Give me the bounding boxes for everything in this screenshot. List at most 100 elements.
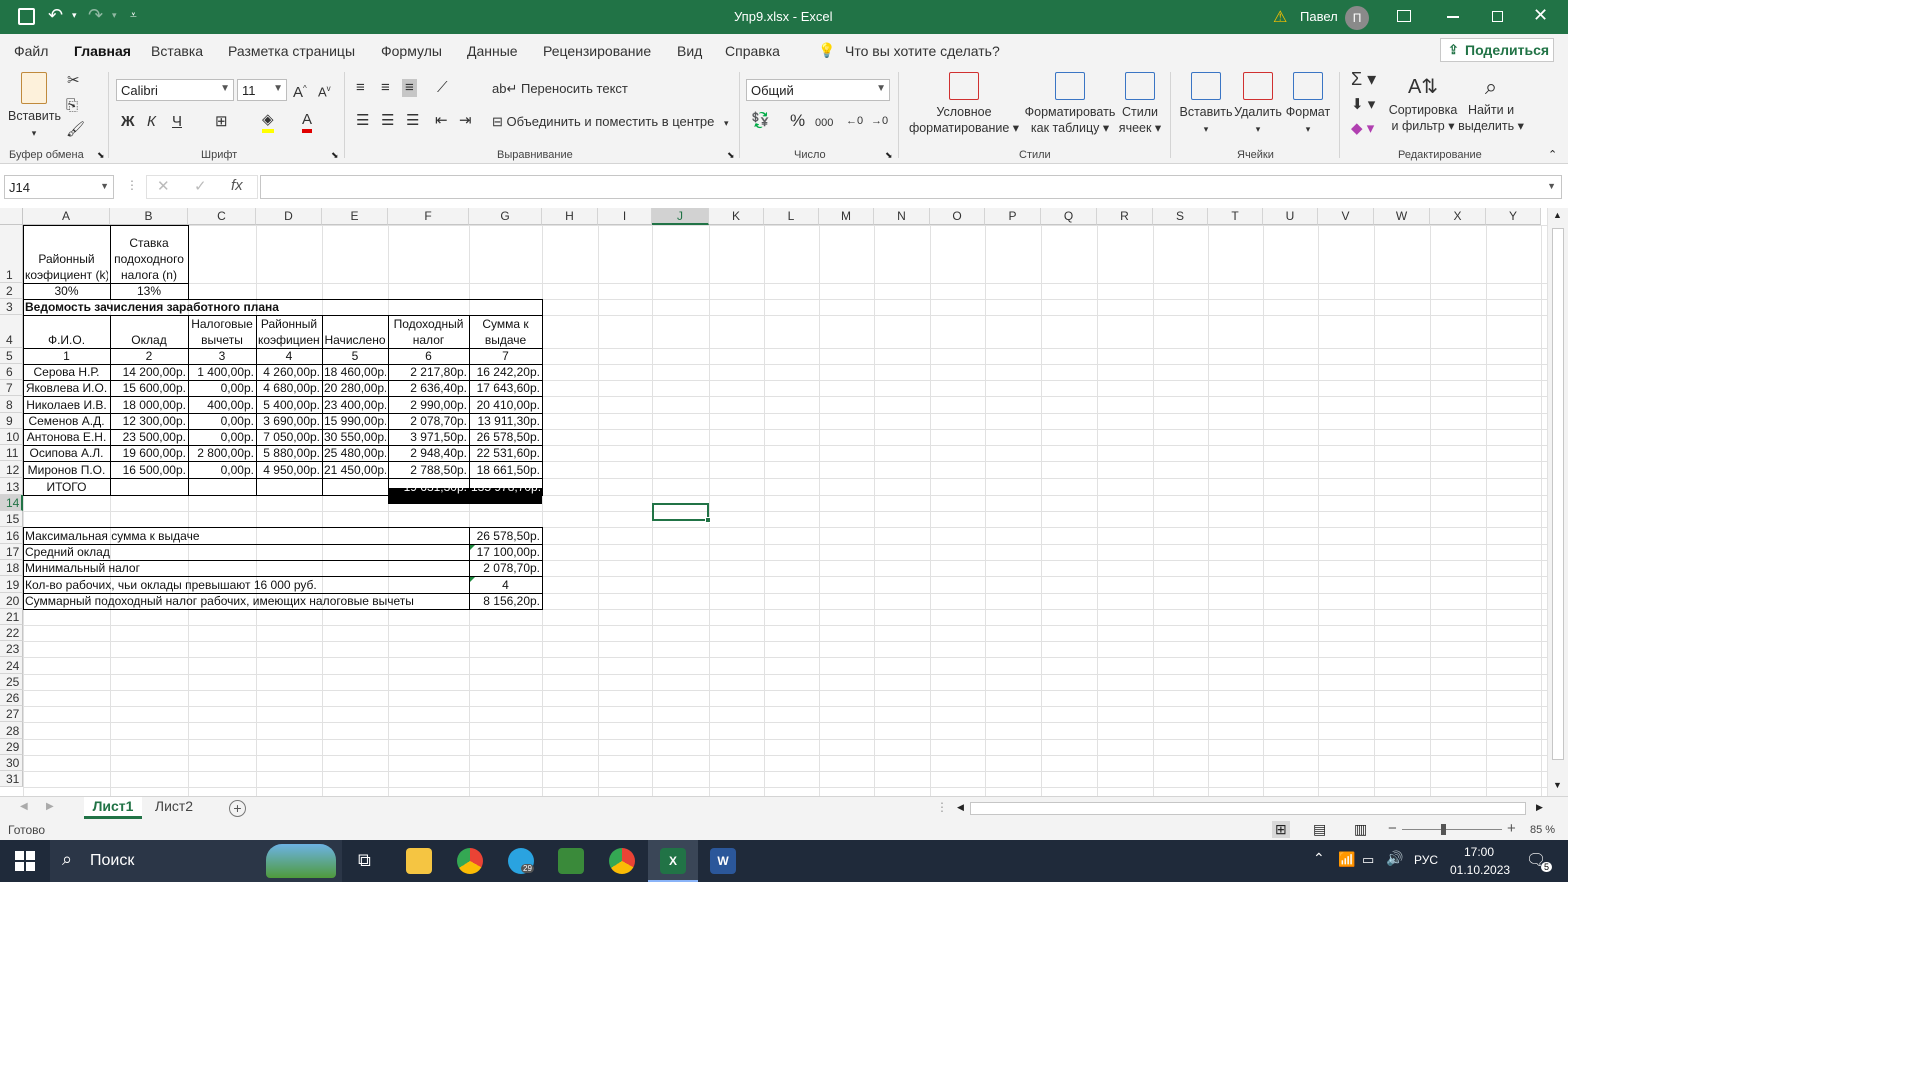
scroll-up-icon[interactable]: ▲ [1553,210,1562,220]
increase-indent-icon[interactable]: ⇥ [459,112,472,130]
find-select-button[interactable]: ⌕ Найти и выделить ▾ [1458,72,1524,134]
row-header-23[interactable]: 23 [0,641,23,657]
cut-icon[interactable]: ✂ [67,72,80,90]
column-header-X[interactable]: X [1430,208,1486,225]
undo-dropdown-icon[interactable]: ▾ [72,10,77,21]
horizontal-scroll-thumb[interactable] [970,802,1526,815]
row-header-16[interactable]: 16 [0,527,23,544]
tab-data[interactable]: Данные [467,43,518,59]
copy-icon[interactable]: ⎘ [66,97,78,115]
undo-icon[interactable]: ↶ [48,5,63,26]
clear-icon[interactable]: ◆ ▾ [1351,120,1374,138]
row-header-28[interactable]: 28 [0,722,23,739]
wrap-text-button[interactable]: ab↵ Переносить текст [492,81,628,97]
row-header-7[interactable]: 7 [0,380,23,396]
row-header-27[interactable]: 27 [0,706,23,722]
sort-filter-button[interactable]: A⇅ Сортировка и фильтр ▾ [1386,72,1460,134]
enter-icon[interactable]: ✓ [194,177,207,195]
fill-icon[interactable]: ⬇ ▾ [1351,96,1375,114]
language-indicator[interactable]: РУС [1414,853,1438,867]
decrease-decimal-icon[interactable]: →0 [871,112,888,130]
row-header-8[interactable]: 8 [0,396,23,413]
normal-view-icon[interactable]: ⊞ [1272,821,1290,838]
increase-font-icon[interactable]: A^ [293,80,307,102]
redo-icon[interactable]: ↷ [88,5,103,26]
row-header-1[interactable]: 1 [0,225,23,283]
row-header-21[interactable]: 21 [0,609,23,625]
battery-icon[interactable]: ▭ [1362,852,1374,868]
column-header-U[interactable]: U [1263,208,1318,225]
insert-cells-button[interactable]: Вставить ▾ [1178,72,1234,137]
tab-view[interactable]: Вид [677,43,702,59]
decrease-indent-icon[interactable]: ⇤ [435,112,448,130]
clock-time[interactable]: 17:00 [1464,845,1494,859]
row-header-18[interactable]: 18 [0,560,23,576]
row-header-11[interactable]: 11 [0,445,23,461]
volume-icon[interactable]: 🔊 [1386,850,1403,867]
align-bottom-icon[interactable]: ≡ [402,79,417,97]
fill-handle[interactable] [705,517,711,523]
column-header-A[interactable]: A [23,208,110,225]
show-hidden-icons[interactable]: ⌃ [1313,850,1325,867]
column-header-C[interactable]: C [188,208,256,225]
customize-qat-icon[interactable]: ⩡ [130,8,137,23]
row-header-20[interactable]: 20 [0,593,23,609]
column-header-B[interactable]: B [110,208,188,225]
column-header-W[interactable]: W [1374,208,1430,225]
taskbar-search[interactable]: ⌕ Поиск [50,840,342,882]
row-header-15[interactable]: 15 [0,511,23,527]
tab-review[interactable]: Рецензирование [543,43,651,59]
align-middle-icon[interactable]: ≡ [381,79,390,97]
tell-me-search[interactable]: Что вы хотите сделать? [845,43,1000,59]
file-explorer-icon[interactable] [406,848,432,874]
comma-style-icon[interactable]: 000 [815,114,833,132]
row-header-31[interactable]: 31 [0,771,23,787]
zoom-slider[interactable] [1402,829,1502,830]
column-header-O[interactable]: O [930,208,985,225]
column-header-F[interactable]: F [388,208,469,225]
number-format-select[interactable]: Общий ▼ [746,79,890,101]
column-header-Q[interactable]: Q [1041,208,1097,225]
name-box[interactable]: J14 ▼ [4,175,114,199]
align-top-icon[interactable]: ≡ [356,79,365,97]
column-header-M[interactable]: M [819,208,874,225]
column-header-Y[interactable]: Y [1486,208,1541,225]
tab-page-layout[interactable]: Разметка страницы [228,43,355,59]
row-header-2[interactable]: 2 [0,283,23,299]
sheet-tab-1[interactable]: Лист1 [84,797,142,819]
row-header-3[interactable]: 3 [0,299,23,315]
orientation-icon[interactable]: ⟋ [437,79,448,97]
percent-style-icon[interactable]: % [790,112,805,130]
italic-icon[interactable]: К [147,113,156,131]
borders-icon[interactable]: ⊞ [215,113,228,131]
zoom-out-icon[interactable]: − [1388,820,1397,837]
underline-icon[interactable]: Ч [172,113,182,131]
avatar[interactable]: П [1345,6,1369,30]
row-header-24[interactable]: 24 [0,657,23,674]
cell-styles-button[interactable]: Стили ячеек ▾ [1114,72,1166,136]
zoom-slider-thumb[interactable] [1441,824,1446,835]
chrome-second-icon[interactable] [609,848,635,874]
close-icon[interactable]: ✕ [1533,5,1548,26]
align-center-icon[interactable]: ☰ [381,112,394,130]
split-handle-icon[interactable]: ⋮ [936,800,948,814]
tab-formulas[interactable]: Формулы [381,43,442,59]
warning-icon[interactable]: ⚠ [1273,7,1287,27]
row-header-6[interactable]: 6 [0,364,23,380]
row-header-13[interactable]: 13 [0,478,23,495]
column-header-H[interactable]: H [542,208,598,225]
row-header-9[interactable]: 9 [0,413,23,429]
column-header-L[interactable]: L [764,208,819,225]
font-size-select[interactable]: 11 ▼ [237,79,287,101]
zoom-in-icon[interactable]: + [1507,820,1516,837]
align-right-icon[interactable]: ☰ [406,112,419,130]
insert-function-icon[interactable]: fx [231,177,243,194]
column-header-V[interactable]: V [1318,208,1374,225]
page-break-view-icon[interactable]: ▥ [1354,821,1367,838]
align-left-icon[interactable]: ☰ [356,112,369,130]
chrome-icon[interactable] [457,848,483,874]
add-sheet-button[interactable]: + [229,800,246,817]
column-header-E[interactable]: E [322,208,388,225]
format-as-table-button[interactable]: Форматировать как таблицу ▾ [1020,72,1120,136]
font-color-icon[interactable]: A [302,111,313,133]
